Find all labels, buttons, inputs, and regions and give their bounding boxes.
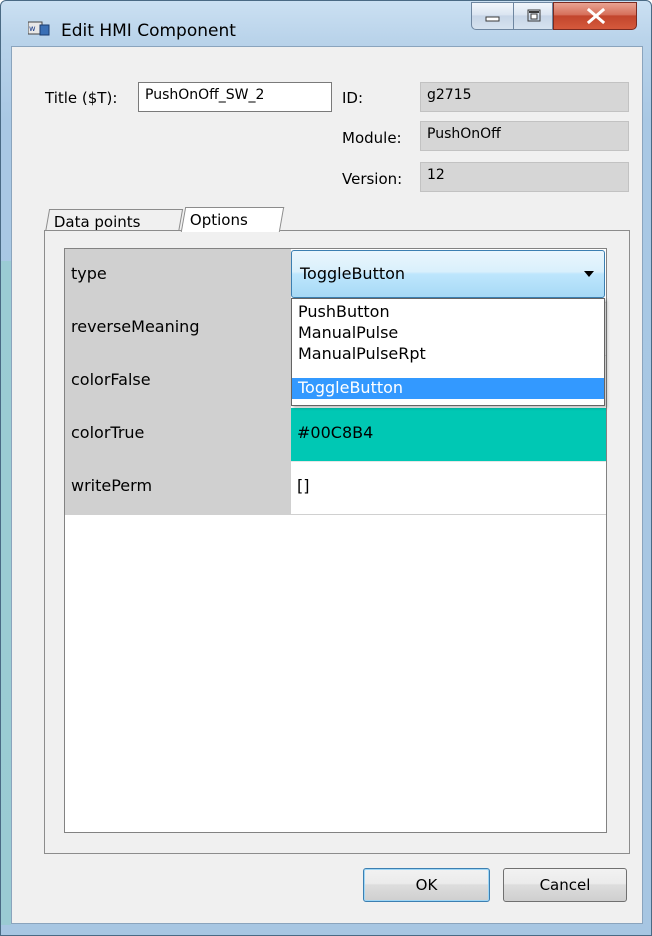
close-icon [586,7,606,25]
module-label: Module: [342,129,402,147]
window-edge-highlight [1,261,11,925]
tab-options[interactable]: Options [180,207,285,232]
version-value: 12 [427,167,445,183]
row-key: type [65,249,291,302]
row-key: colorFalse [65,355,291,408]
color-true-value[interactable]: #00C8B4 [291,408,606,461]
id-value: g2715 [427,87,472,103]
version-label: Version: [342,170,403,188]
type-combobox[interactable]: ToggleButton [291,250,605,298]
module-field: PushOnOff [420,121,629,151]
title-input[interactable]: PushOnOff_SW_2 [138,82,332,112]
minimize-button[interactable] [471,2,513,30]
id-label: ID: [342,89,364,107]
row-value[interactable]: [] [291,461,606,514]
dropdown-option-pushbutton[interactable]: PushButton [292,302,604,323]
cancel-button[interactable]: Cancel [503,868,627,902]
type-combobox-value: ToggleButton [300,264,406,283]
ok-button[interactable]: OK [363,868,490,902]
maximize-button[interactable] [513,2,553,30]
id-field: g2715 [420,82,629,112]
tab-options-label: Options [189,211,248,229]
maximize-icon [527,9,541,22]
title-label: Title ($T): [45,89,118,107]
row-key: colorTrue [65,408,291,461]
chevron-down-icon[interactable] [584,271,594,277]
title-input-value: PushOnOff_SW_2 [145,87,265,103]
module-value: PushOnOff [427,126,501,142]
svg-text:w: w [29,24,36,33]
minimize-icon [485,16,500,22]
close-button[interactable] [553,2,637,30]
table-row: colorTrue #00C8B4 [65,408,606,462]
title-bar[interactable]: w Edit HMI Component [1,1,651,45]
type-dropdown-list: PushButton ManualPulse ManualPulseRpt To… [291,298,605,406]
hmi-app-icon: w [28,21,50,36]
tab-data-points-label: Data points [53,213,141,231]
version-field: 12 [420,162,629,192]
dropdown-option-manualpulse[interactable]: ManualPulse [292,323,604,344]
row-key: reverseMeaning [65,302,291,355]
window-title: Edit HMI Component [61,21,236,41]
table-row: writePerm [] [65,461,606,515]
row-key: writePerm [65,461,291,514]
dropdown-option-togglebutton[interactable]: ToggleButton [292,378,604,399]
dropdown-option-manualpulserpt[interactable]: ManualPulseRpt [292,344,604,365]
